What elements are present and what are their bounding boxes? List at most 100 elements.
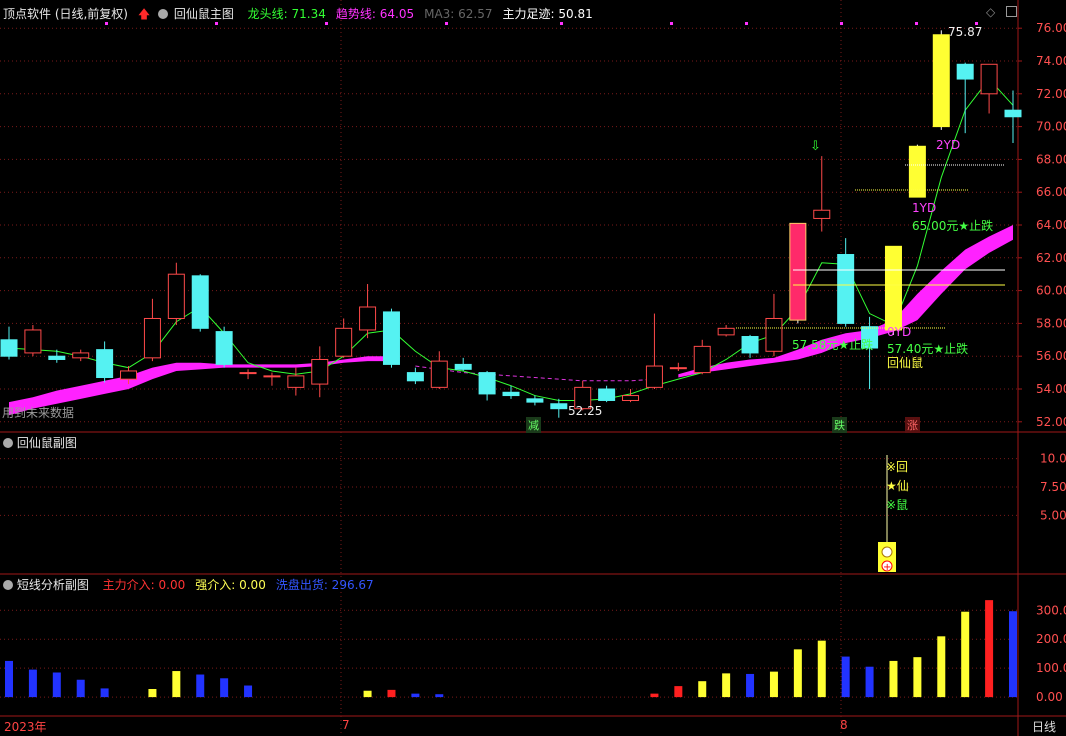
volume-bar-33 bbox=[793, 649, 802, 698]
price-tick-5: 66.00 bbox=[1036, 185, 1066, 199]
candle-body-14 bbox=[335, 327, 353, 357]
candle-body-21 bbox=[502, 391, 520, 397]
sub1-title[interactable]: 回仙鼠副图 bbox=[17, 436, 77, 450]
volume-bar-30 bbox=[722, 673, 731, 698]
time-label-year: 2023年 bbox=[4, 720, 47, 734]
top-dot-7 bbox=[840, 22, 843, 25]
candle-body-27 bbox=[645, 365, 663, 388]
volume-bar-10 bbox=[244, 685, 253, 698]
candle-body-35 bbox=[837, 254, 855, 324]
candle-3 bbox=[72, 349, 90, 362]
candle-6 bbox=[143, 298, 161, 362]
sub1-tick-2: 5.00 bbox=[1040, 508, 1066, 522]
candle-body-13 bbox=[311, 358, 329, 385]
candle-31 bbox=[741, 334, 759, 358]
candle-body-3 bbox=[72, 352, 90, 359]
signal-line-3: ※鼠 bbox=[886, 498, 909, 512]
top-dot-8 bbox=[915, 22, 918, 25]
volume-bar-17 bbox=[411, 693, 420, 698]
sub1-header: 回仙鼠副图 bbox=[3, 434, 77, 451]
volume-bar-8 bbox=[196, 674, 205, 698]
price-tick-12: 52.00 bbox=[1036, 415, 1066, 429]
plus-sign: + bbox=[883, 562, 891, 573]
stop-price-label-1: 65.00元★止跌 bbox=[912, 219, 994, 233]
volume-bar-3 bbox=[76, 679, 85, 698]
main-legend-item-1: 趋势线: 64.05 bbox=[335, 7, 415, 21]
candle-body-29 bbox=[693, 345, 711, 374]
collapse-diamond-icon[interactable]: ◇ bbox=[986, 5, 995, 19]
sub2-header: 短线分析副图 主力介入: 0.00 强介入: 0.00 洗盘出货: 296.67 bbox=[3, 576, 374, 593]
candle-body-31 bbox=[741, 336, 759, 354]
settings-circle-icon[interactable] bbox=[158, 9, 168, 19]
marker-decrease: 减 bbox=[526, 417, 541, 433]
price-tick-0: 76.00 bbox=[1036, 21, 1066, 35]
period-button[interactable]: 日线 bbox=[1032, 718, 1056, 735]
volume-bar-18 bbox=[435, 694, 444, 698]
candle-15 bbox=[359, 284, 377, 339]
top-dot-6 bbox=[745, 22, 748, 25]
indicator-name[interactable]: 回仙鼠主图 bbox=[174, 7, 234, 21]
volume-bar-32 bbox=[769, 671, 778, 698]
candle-body-23 bbox=[550, 403, 568, 410]
sub2-tick-0: 300.0 bbox=[1036, 603, 1066, 617]
yd1-label: 1YD bbox=[912, 201, 937, 215]
marker-rise: 涨 bbox=[905, 417, 920, 433]
trend-dash-line bbox=[415, 365, 655, 382]
stop-price-label-2: 57.58元★止跌 bbox=[792, 338, 874, 352]
volume-bar-2 bbox=[52, 672, 61, 698]
candle-body-0 bbox=[0, 339, 18, 357]
arrow-up-icon[interactable]: 🡅 bbox=[138, 7, 150, 21]
stock-title: 顶点软件 (日线,前复权) bbox=[3, 7, 128, 21]
candle-11 bbox=[263, 372, 281, 386]
main-legend-item-3: 主力足迹: 50.81 bbox=[502, 7, 593, 21]
price-tick-11: 54.00 bbox=[1036, 382, 1066, 396]
candle-8 bbox=[191, 274, 209, 332]
candle-body-22 bbox=[526, 398, 544, 403]
candle-20 bbox=[478, 370, 496, 401]
sub2-title[interactable]: 短线分析副图 bbox=[17, 578, 89, 592]
volume-bar-35 bbox=[841, 656, 850, 698]
candle-12 bbox=[287, 367, 305, 396]
candle-14 bbox=[335, 318, 353, 358]
candle-40 bbox=[956, 62, 974, 134]
price-tick-3: 70.00 bbox=[1036, 120, 1066, 134]
price-tick-1: 74.00 bbox=[1036, 54, 1066, 68]
candle-26 bbox=[622, 389, 640, 403]
settings-circle-icon[interactable] bbox=[3, 438, 13, 448]
volume-bar-40 bbox=[961, 611, 970, 698]
candle-28 bbox=[669, 362, 687, 371]
candle-body-33 bbox=[789, 222, 807, 321]
candle-38 bbox=[908, 144, 926, 198]
price-tick-4: 68.00 bbox=[1036, 152, 1066, 166]
candle-7 bbox=[167, 262, 185, 326]
candle-34 bbox=[813, 156, 831, 232]
low-price-label: 52.25 bbox=[568, 404, 603, 418]
candle-body-17 bbox=[406, 372, 424, 382]
candle-body-34 bbox=[813, 209, 831, 219]
candle-body-42 bbox=[1004, 109, 1022, 118]
main-legend-item-0: 龙头线: 71.34 bbox=[247, 7, 326, 21]
volume-bar-7 bbox=[172, 671, 181, 698]
volume-bar-36 bbox=[865, 666, 874, 698]
candle-10 bbox=[239, 369, 257, 380]
candle-body-20 bbox=[478, 372, 496, 395]
main-legend: 龙头线: 71.34 趋势线: 64.05 MA3: 62.57 主力足迹: 50.8… bbox=[238, 7, 593, 21]
candle-35 bbox=[837, 238, 855, 327]
sub2-legend-item-1: 强介入: 0.00 bbox=[195, 578, 266, 592]
main-header: 顶点软件 (日线,前复权) 🡅 回仙鼠主图 龙头线: 71.34 趋势线: 64.… bbox=[3, 5, 593, 26]
candle-body-2 bbox=[48, 355, 66, 360]
candle-body-18 bbox=[430, 360, 448, 388]
settings-circle-icon[interactable] bbox=[3, 580, 13, 590]
chart-annotations: ⇩+ bbox=[105, 22, 1005, 573]
time-label-august: 8 bbox=[840, 718, 848, 732]
signal-text: ※回 ★仙 ※鼠 bbox=[886, 458, 909, 515]
candle-body-37 bbox=[884, 245, 902, 331]
candle-18 bbox=[430, 351, 448, 389]
candle-9 bbox=[215, 326, 233, 368]
candle-body-5 bbox=[120, 370, 138, 380]
sub2-legend-item-2: 洗盘出货: 296.67 bbox=[275, 578, 374, 592]
maximize-icon[interactable] bbox=[1006, 6, 1017, 17]
candle-16 bbox=[382, 308, 400, 368]
candle-body-39 bbox=[932, 34, 950, 128]
time-label-july: 7 bbox=[342, 718, 350, 732]
